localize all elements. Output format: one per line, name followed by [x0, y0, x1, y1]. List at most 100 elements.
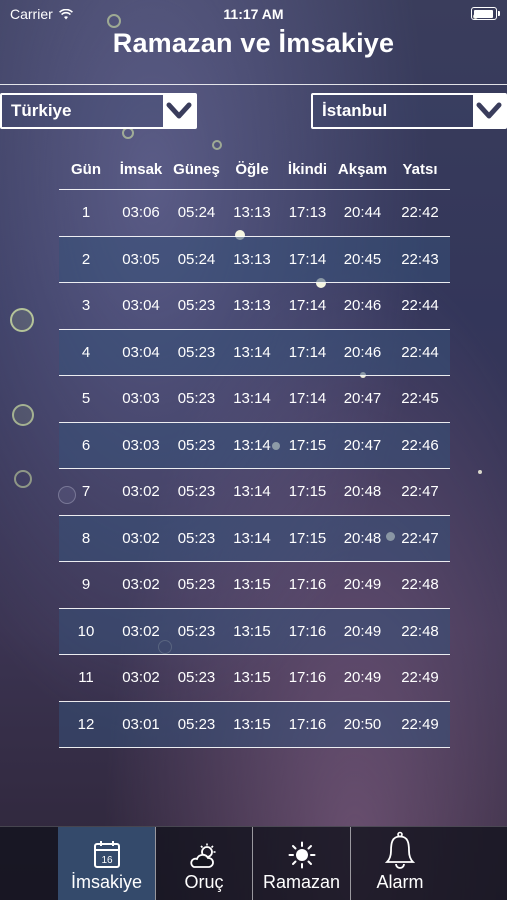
cell-day: 4 [81, 343, 91, 361]
cell-ogle: 13:13 [233, 250, 271, 268]
cell-aksam: 20:49 [343, 669, 382, 687]
cell-day: 8 [81, 529, 91, 547]
table-row: 9 03:02 05:23 13:15 17:16 20:49 22:48 [59, 562, 450, 609]
table-row: 3 03:04 05:23 13:13 17:14 20:46 22:44 [59, 283, 450, 330]
cell-ogle: 13:14 [233, 343, 271, 361]
bokeh-decoration [478, 470, 482, 474]
chevron-down-icon[interactable] [163, 95, 195, 127]
bokeh-decoration [12, 404, 34, 426]
bokeh-decoration [212, 140, 222, 150]
cell-ogle: 13:15 [233, 669, 271, 687]
cell-ogle: 13:15 [233, 715, 271, 733]
cell-gunes: 05:23 [177, 669, 216, 687]
cell-yatsi: 22:49 [401, 669, 439, 687]
cell-ogle: 13:15 [233, 622, 271, 640]
calendar-badge: 16 [101, 855, 113, 866]
header-imsak: İmsak [119, 161, 163, 178]
header-yatsi: Yatsı [402, 161, 438, 178]
table-row: 11 03:02 05:23 13:15 17:16 20:49 22:49 [59, 655, 450, 702]
tab-oruc[interactable]: Oruç [156, 827, 252, 900]
table-header-row: Gün İmsak Güneş Öğle İkindi Akşam Yatsı [59, 150, 450, 190]
table-row: 5 03:03 05:23 13:14 17:14 20:47 22:45 [59, 376, 450, 423]
cell-ikindi: 17:14 [288, 297, 327, 315]
cell-aksam: 20:47 [343, 390, 382, 408]
cell-aksam: 20:45 [343, 250, 382, 268]
cell-ogle: 13:14 [233, 529, 271, 547]
cell-aksam: 20:46 [343, 343, 382, 361]
cell-gunes: 05:23 [177, 436, 216, 454]
cell-gunes: 05:23 [177, 297, 216, 315]
cell-aksam: 20:44 [343, 204, 382, 222]
city-dropdown-label: İstanbul [322, 101, 388, 120]
prayer-times-table: Gün İmsak Güneş Öğle İkindi Akşam Yatsı … [59, 150, 450, 748]
partly-cloudy-icon [190, 843, 216, 868]
tab-ramazan[interactable]: Ramazan [253, 827, 350, 900]
status-time: 11:17 AM [223, 6, 284, 22]
sun-icon [288, 841, 315, 869]
cell-yatsi: 22:47 [401, 483, 439, 501]
cell-ikindi: 17:16 [288, 622, 327, 640]
tab-alarm[interactable]: Alarm [351, 827, 449, 900]
cell-ikindi: 17:16 [288, 669, 327, 687]
cell-gunes: 05:23 [177, 390, 216, 408]
header-day: Gün [71, 161, 101, 178]
status-bar: Carrier 11:17 AM [0, 0, 507, 28]
cell-ogle: 13:15 [233, 576, 271, 594]
cell-gunes: 05:23 [177, 483, 216, 501]
cell-ikindi: 17:15 [288, 529, 327, 547]
bokeh-decoration [14, 470, 32, 488]
cell-imsak: 03:01 [122, 715, 160, 733]
country-dropdown[interactable]: Türkiye [0, 93, 197, 129]
tab-imsakiye[interactable]: 16 İmsakiye [58, 827, 155, 900]
cell-aksam: 20:50 [343, 715, 382, 733]
table-row: 8 03:02 05:23 13:14 17:15 20:48 22:47 [59, 515, 450, 562]
bokeh-decoration [10, 308, 34, 332]
cell-ikindi: 17:14 [288, 343, 327, 361]
cell-yatsi: 22:44 [401, 343, 439, 361]
cell-imsak: 03:02 [122, 669, 160, 687]
calendar-icon: 16 [93, 841, 120, 868]
city-dropdown[interactable]: İstanbul [311, 93, 507, 129]
table-row: 6 03:03 05:23 13:14 17:15 20:47 22:46 [59, 422, 450, 469]
cell-day: 2 [81, 250, 91, 268]
cell-day: 12 [77, 715, 95, 733]
header-ogle: Öğle [235, 161, 269, 178]
tab-label: Alarm [376, 872, 424, 892]
cell-aksam: 20:49 [343, 622, 382, 640]
chevron-down-icon[interactable] [473, 95, 505, 127]
cell-ogle: 13:13 [233, 204, 271, 222]
title-divider [0, 84, 507, 85]
cell-aksam: 20:49 [343, 576, 382, 594]
header-ikindi: İkindi [287, 161, 328, 178]
cell-aksam: 20:48 [343, 483, 382, 501]
cell-ikindi: 17:14 [288, 390, 327, 408]
cell-imsak: 03:03 [122, 390, 160, 408]
table-row: 12 03:01 05:23 13:15 17:16 20:50 22:49 [59, 701, 450, 748]
table-row: 1 03:06 05:24 13:13 17:13 20:44 22:42 [59, 190, 450, 237]
tab-label: İmsakiye [70, 872, 142, 892]
cell-ikindi: 17:13 [288, 204, 327, 222]
cell-yatsi: 22:48 [401, 576, 439, 594]
cell-imsak: 03:05 [122, 250, 160, 268]
cell-day: 11 [78, 669, 94, 687]
cell-ogle: 13:14 [233, 390, 271, 408]
cell-gunes: 05:23 [177, 715, 216, 733]
cell-imsak: 03:04 [122, 297, 160, 315]
cell-day: 9 [81, 576, 91, 594]
cell-imsak: 03:02 [122, 483, 160, 501]
table-row: 7 03:02 05:23 13:14 17:15 20:48 22:47 [59, 469, 450, 516]
page-title: Ramazan ve İmsakiye [112, 28, 395, 58]
header-aksam: Akşam [337, 161, 388, 178]
header-gunes: Güneş [173, 161, 220, 178]
cell-yatsi: 22:46 [401, 436, 439, 454]
cell-day: 7 [81, 483, 91, 501]
battery-icon [471, 7, 500, 20]
cell-aksam: 20:46 [343, 297, 382, 315]
cell-yatsi: 22:45 [401, 390, 439, 408]
cell-day: 10 [77, 622, 95, 640]
bell-icon [385, 831, 415, 869]
cell-day: 5 [81, 390, 91, 408]
cell-yatsi: 22:49 [401, 715, 439, 733]
tab-label: Ramazan [262, 872, 341, 892]
cell-day: 1 [81, 204, 91, 222]
